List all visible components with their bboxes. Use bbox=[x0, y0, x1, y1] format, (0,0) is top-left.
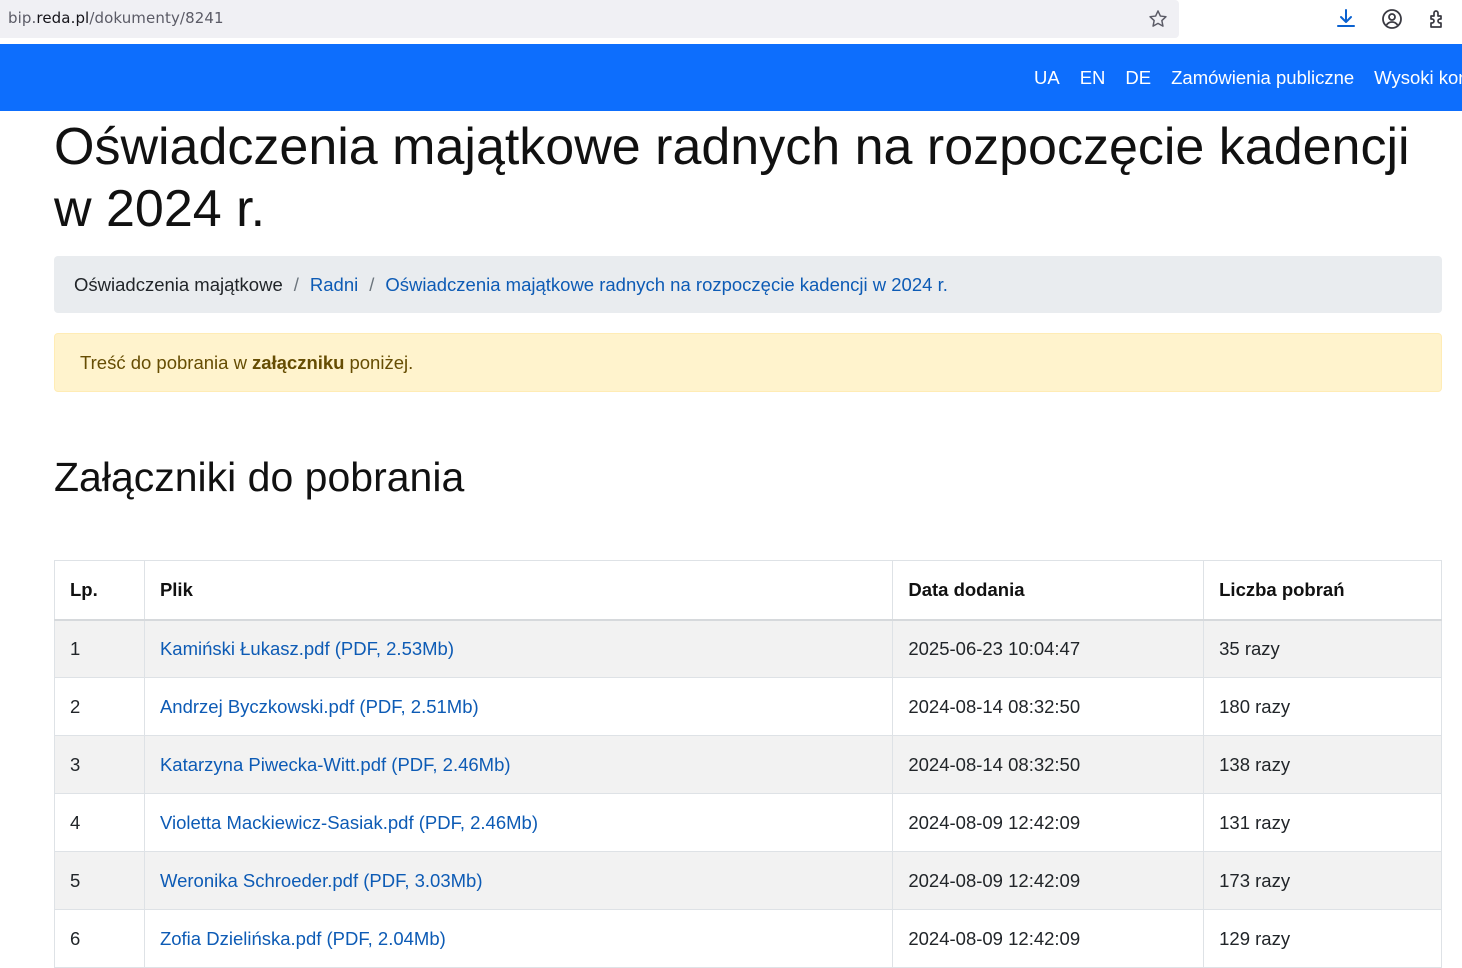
file-link[interactable]: Kamiński Łukasz.pdf (PDF, 2.53Mb) bbox=[160, 638, 454, 659]
cell-file: Weronika Schroeder.pdf (PDF, 3.03Mb) bbox=[143, 851, 894, 910]
alert-text-bold: załączniku bbox=[251, 351, 345, 373]
cell-file: Kamiński Łukasz.pdf (PDF, 2.53Mb) bbox=[143, 619, 894, 678]
cell-date: 2024-08-14 08:32:50 bbox=[892, 677, 1205, 736]
cell-lp: 3 bbox=[54, 735, 145, 794]
account-icon[interactable] bbox=[1380, 7, 1404, 31]
header-liczba-pobran: Liczba pobrań bbox=[1203, 560, 1442, 621]
file-link[interactable]: Zofia Dzielińska.pdf (PDF, 2.04Mb) bbox=[160, 928, 446, 949]
file-link[interactable]: Katarzyna Piwecka-Witt.pdf (PDF, 2.46Mb) bbox=[160, 754, 511, 775]
file-link[interactable]: Violetta Mackiewicz-Sasiak.pdf (PDF, 2.4… bbox=[160, 812, 538, 833]
breadcrumb-separator: / bbox=[293, 273, 299, 295]
cell-lp: 6 bbox=[54, 909, 145, 968]
cell-date: 2024-08-09 12:42:09 bbox=[892, 793, 1205, 852]
cell-count: 129 razy bbox=[1203, 909, 1442, 968]
cell-count: 180 razy bbox=[1203, 677, 1442, 736]
cell-lp: 5 bbox=[54, 851, 145, 910]
table-row: 4 Violetta Mackiewicz-Sasiak.pdf (PDF, 2… bbox=[54, 793, 1442, 852]
table-header-row: Lp. Plik Data dodania Liczba pobrań bbox=[54, 560, 1442, 621]
cell-date: 2024-08-09 12:42:09 bbox=[892, 851, 1205, 910]
cell-date: 2024-08-14 08:32:50 bbox=[892, 735, 1205, 794]
cell-lp: 2 bbox=[54, 677, 145, 736]
header-data-dodania: Data dodania bbox=[892, 560, 1205, 621]
table-row: 1 Kamiński Łukasz.pdf (PDF, 2.53Mb) 2025… bbox=[54, 619, 1442, 678]
nav-link-wysoki-kontrast[interactable]: Wysoki kont bbox=[1374, 67, 1462, 89]
cell-count: 173 razy bbox=[1203, 851, 1442, 910]
breadcrumb-separator: / bbox=[369, 273, 375, 295]
cell-lp: 1 bbox=[54, 619, 145, 678]
cell-lp: 4 bbox=[54, 793, 145, 852]
cell-count: 35 razy bbox=[1203, 619, 1442, 678]
download-icon[interactable] bbox=[1334, 7, 1358, 31]
attachments-table: Lp. Plik Data dodania Liczba pobrań 1 Ka… bbox=[54, 560, 1442, 968]
attachments-title: Załączniki do pobrania bbox=[54, 454, 465, 500]
breadcrumb: Oświadczenia majątkowe / Radni / Oświadc… bbox=[54, 256, 1442, 313]
star-icon[interactable] bbox=[1147, 8, 1169, 30]
file-link[interactable]: Weronika Schroeder.pdf (PDF, 3.03Mb) bbox=[160, 870, 483, 891]
cell-file: Violetta Mackiewicz-Sasiak.pdf (PDF, 2.4… bbox=[143, 793, 894, 852]
extensions-icon[interactable] bbox=[1426, 7, 1450, 31]
browser-toolbar: bip.reda.pl/dokumenty/8241 bbox=[0, 0, 1462, 44]
breadcrumb-item-oswiadczenia: Oświadczenia majątkowe bbox=[74, 273, 283, 295]
table-row: 2 Andrzej Byczkowski.pdf (PDF, 2.51Mb) 2… bbox=[54, 677, 1442, 736]
cell-date: 2025-06-23 10:04:47 bbox=[892, 619, 1205, 678]
alert-text-after: poniżej. bbox=[349, 351, 414, 373]
cell-count: 138 razy bbox=[1203, 735, 1442, 794]
cell-file: Andrzej Byczkowski.pdf (PDF, 2.51Mb) bbox=[143, 677, 894, 736]
cell-file: Zofia Dzielińska.pdf (PDF, 2.04Mb) bbox=[143, 909, 894, 968]
table-row: 5 Weronika Schroeder.pdf (PDF, 3.03Mb) 2… bbox=[54, 851, 1442, 910]
table-row: 3 Katarzyna Piwecka-Witt.pdf (PDF, 2.46M… bbox=[54, 735, 1442, 794]
info-alert: Treść do pobrania w załączniku poniżej. bbox=[54, 333, 1442, 392]
page-title: Oświadczenia majątkowe radnych na rozpoc… bbox=[54, 118, 1410, 238]
table-row: 6 Zofia Dzielińska.pdf (PDF, 2.04Mb) 202… bbox=[54, 909, 1442, 968]
nav-link-de[interactable]: DE bbox=[1125, 67, 1151, 89]
top-navbar: UA EN DE Zamówienia publiczne Wysoki kon… bbox=[0, 44, 1462, 111]
url-text[interactable]: bip.reda.pl/dokumenty/8241 bbox=[8, 9, 224, 27]
file-link[interactable]: Andrzej Byczkowski.pdf (PDF, 2.51Mb) bbox=[160, 696, 479, 717]
cell-date: 2024-08-09 12:42:09 bbox=[892, 909, 1205, 968]
breadcrumb-item-radni[interactable]: Radni bbox=[310, 274, 358, 296]
alert-text-before: Treść do pobrania w bbox=[80, 351, 247, 373]
nav-link-zamowienia-publiczne[interactable]: Zamówienia publiczne bbox=[1171, 67, 1354, 89]
nav-link-ua[interactable]: UA bbox=[1034, 67, 1060, 89]
breadcrumb-item-current[interactable]: Oświadczenia majątkowe radnych na rozpoc… bbox=[385, 274, 948, 296]
header-plik: Plik bbox=[143, 560, 894, 621]
nav-link-en[interactable]: EN bbox=[1080, 67, 1106, 89]
url-bar[interactable]: bip.reda.pl/dokumenty/8241 bbox=[0, 0, 1179, 38]
header-lp: Lp. bbox=[54, 560, 145, 621]
cell-file: Katarzyna Piwecka-Witt.pdf (PDF, 2.46Mb) bbox=[143, 735, 894, 794]
cell-count: 131 razy bbox=[1203, 793, 1442, 852]
nav-links: UA EN DE Zamówienia publiczne Wysoki kon… bbox=[1034, 44, 1462, 111]
